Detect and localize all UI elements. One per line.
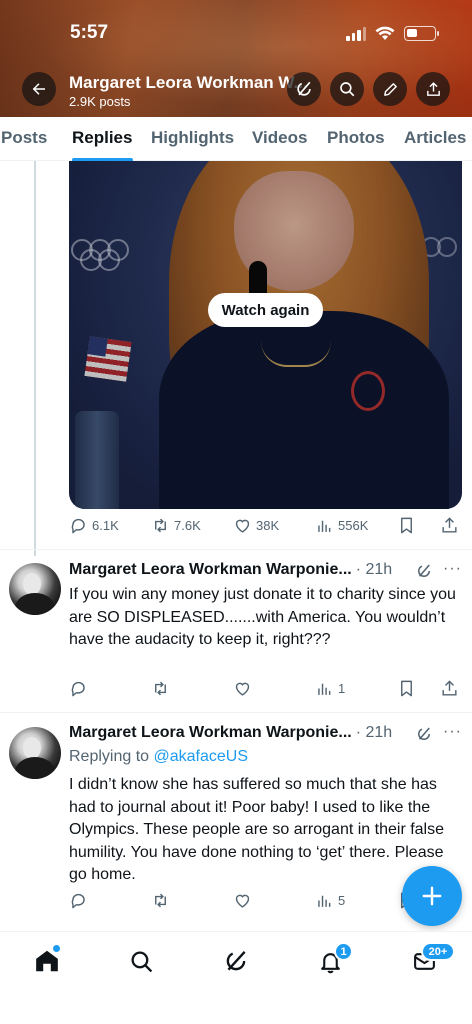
status-time: 5:57: [70, 22, 109, 43]
share-button[interactable]: [440, 679, 459, 698]
divider: [0, 549, 472, 550]
repost-count: 7.6K: [174, 518, 201, 533]
compose-post-button[interactable]: [402, 866, 462, 926]
watch-again-button[interactable]: Watch again: [208, 293, 323, 327]
share-profile-button[interactable]: [416, 72, 450, 106]
cellular-signal-icon: [346, 26, 366, 41]
repost-button[interactable]: [151, 891, 170, 910]
search-icon: [340, 82, 355, 97]
author-name[interactable]: Margaret Leora Workman Warponie...: [69, 724, 352, 742]
view-count: 1: [338, 681, 346, 696]
reply-icon: [71, 893, 85, 909]
tweet-header: Margaret Leora Workman Warponie... · 21h: [69, 724, 392, 742]
tweet-actions: 1: [69, 679, 461, 701]
tweet-text: I didn’t know she has suffered so much t…: [69, 776, 445, 883]
views-icon: [318, 895, 331, 907]
status-icons: [346, 26, 439, 41]
share-icon: [426, 81, 440, 96]
like-button[interactable]: 38K: [233, 516, 279, 535]
tab-replies[interactable]: Replies: [72, 128, 132, 148]
nav-grok[interactable]: [222, 947, 250, 975]
view-count: 556K: [338, 518, 369, 533]
repost-icon: [155, 518, 166, 533]
views-icon: [318, 520, 331, 532]
pencil-icon: [383, 82, 397, 96]
thread-line: [34, 161, 36, 556]
profile-header-banner: 5:57 Margaret Leora Workman W... 2.9K po…: [0, 0, 472, 117]
home-unread-dot: [53, 945, 60, 952]
edit-button[interactable]: [373, 72, 407, 106]
grok-icon[interactable]: [415, 562, 433, 580]
like-icon: [235, 894, 250, 908]
reply-handle-link[interactable]: @akafaceUS: [154, 748, 249, 765]
views-button[interactable]: 5: [315, 891, 345, 910]
grok-icon: [226, 950, 246, 971]
timestamp[interactable]: · 21h: [356, 724, 392, 742]
video-player[interactable]: Watch again: [69, 161, 462, 509]
reply-icon: [71, 681, 85, 697]
tab-photos[interactable]: Photos: [327, 128, 385, 148]
video-post-actions: 6.1K 7.6K 38K 556K: [69, 516, 461, 538]
tab-highlights[interactable]: Highlights: [151, 128, 234, 148]
like-button[interactable]: [233, 891, 252, 910]
reply-button[interactable]: [69, 891, 88, 910]
divider: [0, 712, 472, 713]
views-button[interactable]: 1: [315, 679, 345, 698]
profile-tabs: Posts Replies Highlights Videos Photos A…: [0, 117, 472, 162]
like-count: 38K: [256, 518, 280, 533]
back-button[interactable]: [22, 72, 56, 106]
profile-name: Margaret Leora Workman W...: [69, 73, 308, 92]
views-icon: [318, 683, 331, 695]
repost-button[interactable]: 7.6K: [151, 516, 201, 535]
search-icon: [131, 951, 152, 972]
repost-button[interactable]: [151, 679, 170, 698]
battery-icon: [404, 26, 439, 41]
bookmark-icon: [401, 517, 412, 534]
wifi-icon: [375, 26, 395, 40]
plus-icon: [422, 886, 442, 906]
back-arrow-icon: [32, 83, 45, 95]
tweet-header: Margaret Leora Workman Warponie... · 21h: [69, 561, 392, 579]
grok-icon: [297, 81, 311, 96]
like-button[interactable]: [233, 679, 252, 698]
reply-button[interactable]: [69, 679, 88, 698]
reply-icon: [71, 518, 85, 534]
share-button[interactable]: [440, 516, 459, 535]
bookmark-icon: [401, 680, 412, 697]
reply-button[interactable]: 6.1K: [69, 516, 119, 535]
tweet-text: If you win any money just donate it to c…: [69, 586, 456, 648]
view-count: 5: [338, 893, 346, 908]
more-options-button[interactable]: ···: [443, 723, 462, 741]
share-icon: [442, 680, 457, 696]
like-icon: [235, 519, 250, 533]
more-options-button[interactable]: ···: [443, 560, 462, 578]
bottom-navigation: 1 20+: [0, 931, 472, 1024]
share-icon: [442, 517, 457, 533]
timestamp[interactable]: · 21h: [356, 561, 392, 579]
like-icon: [235, 682, 250, 696]
repost-icon: [155, 893, 166, 908]
nav-search[interactable]: [127, 947, 155, 975]
search-button[interactable]: [330, 72, 364, 106]
replying-to: Replying to @akafaceUS: [69, 748, 249, 765]
views-button[interactable]: 556K: [315, 516, 368, 535]
tab-videos[interactable]: Videos: [252, 128, 307, 148]
author-name[interactable]: Margaret Leora Workman Warponie...: [69, 561, 352, 579]
reply-count: 6.1K: [92, 518, 119, 533]
post-count: 2.9K posts: [69, 94, 131, 109]
messages-badge: 20+: [421, 942, 455, 961]
grok-icon[interactable]: [415, 725, 433, 743]
repost-icon: [155, 681, 166, 696]
bookmark-button[interactable]: [397, 516, 416, 535]
bookmark-button[interactable]: [397, 679, 416, 698]
notifications-badge: 1: [334, 942, 353, 961]
avatar[interactable]: [9, 727, 61, 779]
grok-button[interactable]: [287, 72, 321, 106]
tab-articles[interactable]: Articles: [404, 128, 466, 148]
tab-posts[interactable]: Posts: [1, 128, 47, 148]
avatar[interactable]: [9, 563, 61, 615]
